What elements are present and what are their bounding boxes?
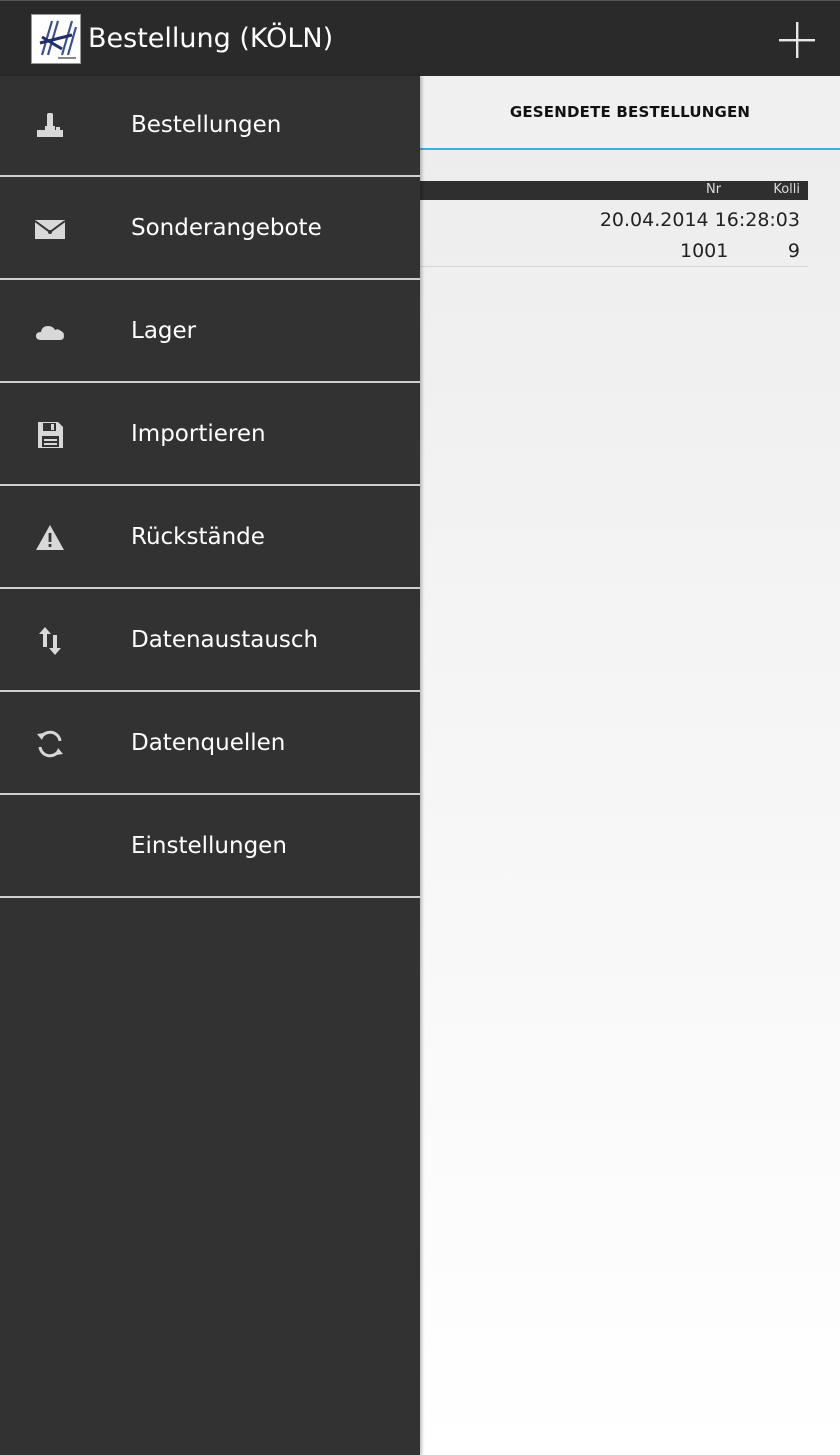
app-title: Bestellung (KÖLN) [88, 23, 334, 54]
column-header-nr: Nr [706, 182, 722, 197]
drawer-item-label: Sonderangebote [131, 215, 322, 241]
cloud-icon [34, 316, 66, 348]
plus-icon [779, 22, 815, 58]
order-nr: 1001 [680, 240, 729, 262]
order-date: 20.04.2014 16:28:03 [599, 209, 800, 231]
drawer-item-label: Rückstände [131, 524, 265, 550]
sync-icon [34, 728, 66, 760]
column-header-kolli: Kolli [773, 182, 800, 197]
drawer-item-importieren[interactable]: Importieren [0, 385, 420, 486]
drawer-item-label: Einstellungen [131, 833, 287, 859]
drawer-item-label: Bestellungen [131, 112, 282, 138]
tab-gesendete-bestellungen[interactable]: GESENDETE BESTELLUNGEN [420, 103, 840, 121]
up-down-arrows-icon [34, 625, 66, 657]
drawer-item-einstellungen[interactable]: Einstellungen [0, 797, 420, 898]
warning-icon [34, 522, 66, 554]
drawer-item-label: Importieren [131, 421, 266, 447]
drawer-item-sonderangebote[interactable]: Sonderangebote [0, 179, 420, 280]
order-kolli: 9 [787, 240, 800, 262]
envelope-icon [34, 213, 66, 245]
navigation-drawer: Bestellungen Sonderangebote Lager Import… [0, 76, 420, 1455]
floppy-disk-icon [34, 419, 66, 451]
order-row[interactable]: 20.04.2014 16:28:03 1001 9 [420, 202, 808, 267]
action-bar: Bestellung (KÖLN) [0, 0, 840, 76]
add-order-button[interactable] [770, 13, 824, 67]
drawer-item-datenaustausch[interactable]: Datenaustausch [0, 591, 420, 692]
drawer-item-rueckstaende[interactable]: Rückstände [0, 488, 420, 589]
joystick-icon [34, 110, 66, 142]
drawer-item-label: Datenaustausch [131, 627, 319, 653]
app-logo-icon[interactable] [31, 14, 81, 64]
drawer-item-datenquellen[interactable]: Datenquellen [0, 694, 420, 795]
drawer-item-label: Lager [131, 318, 197, 344]
orders-list-header: Nr Kolli [420, 181, 808, 200]
drawer-item-lager[interactable]: Lager [0, 282, 420, 383]
drawer-item-label: Datenquellen [131, 730, 286, 756]
drawer-item-bestellungen[interactable]: Bestellungen [0, 76, 420, 177]
